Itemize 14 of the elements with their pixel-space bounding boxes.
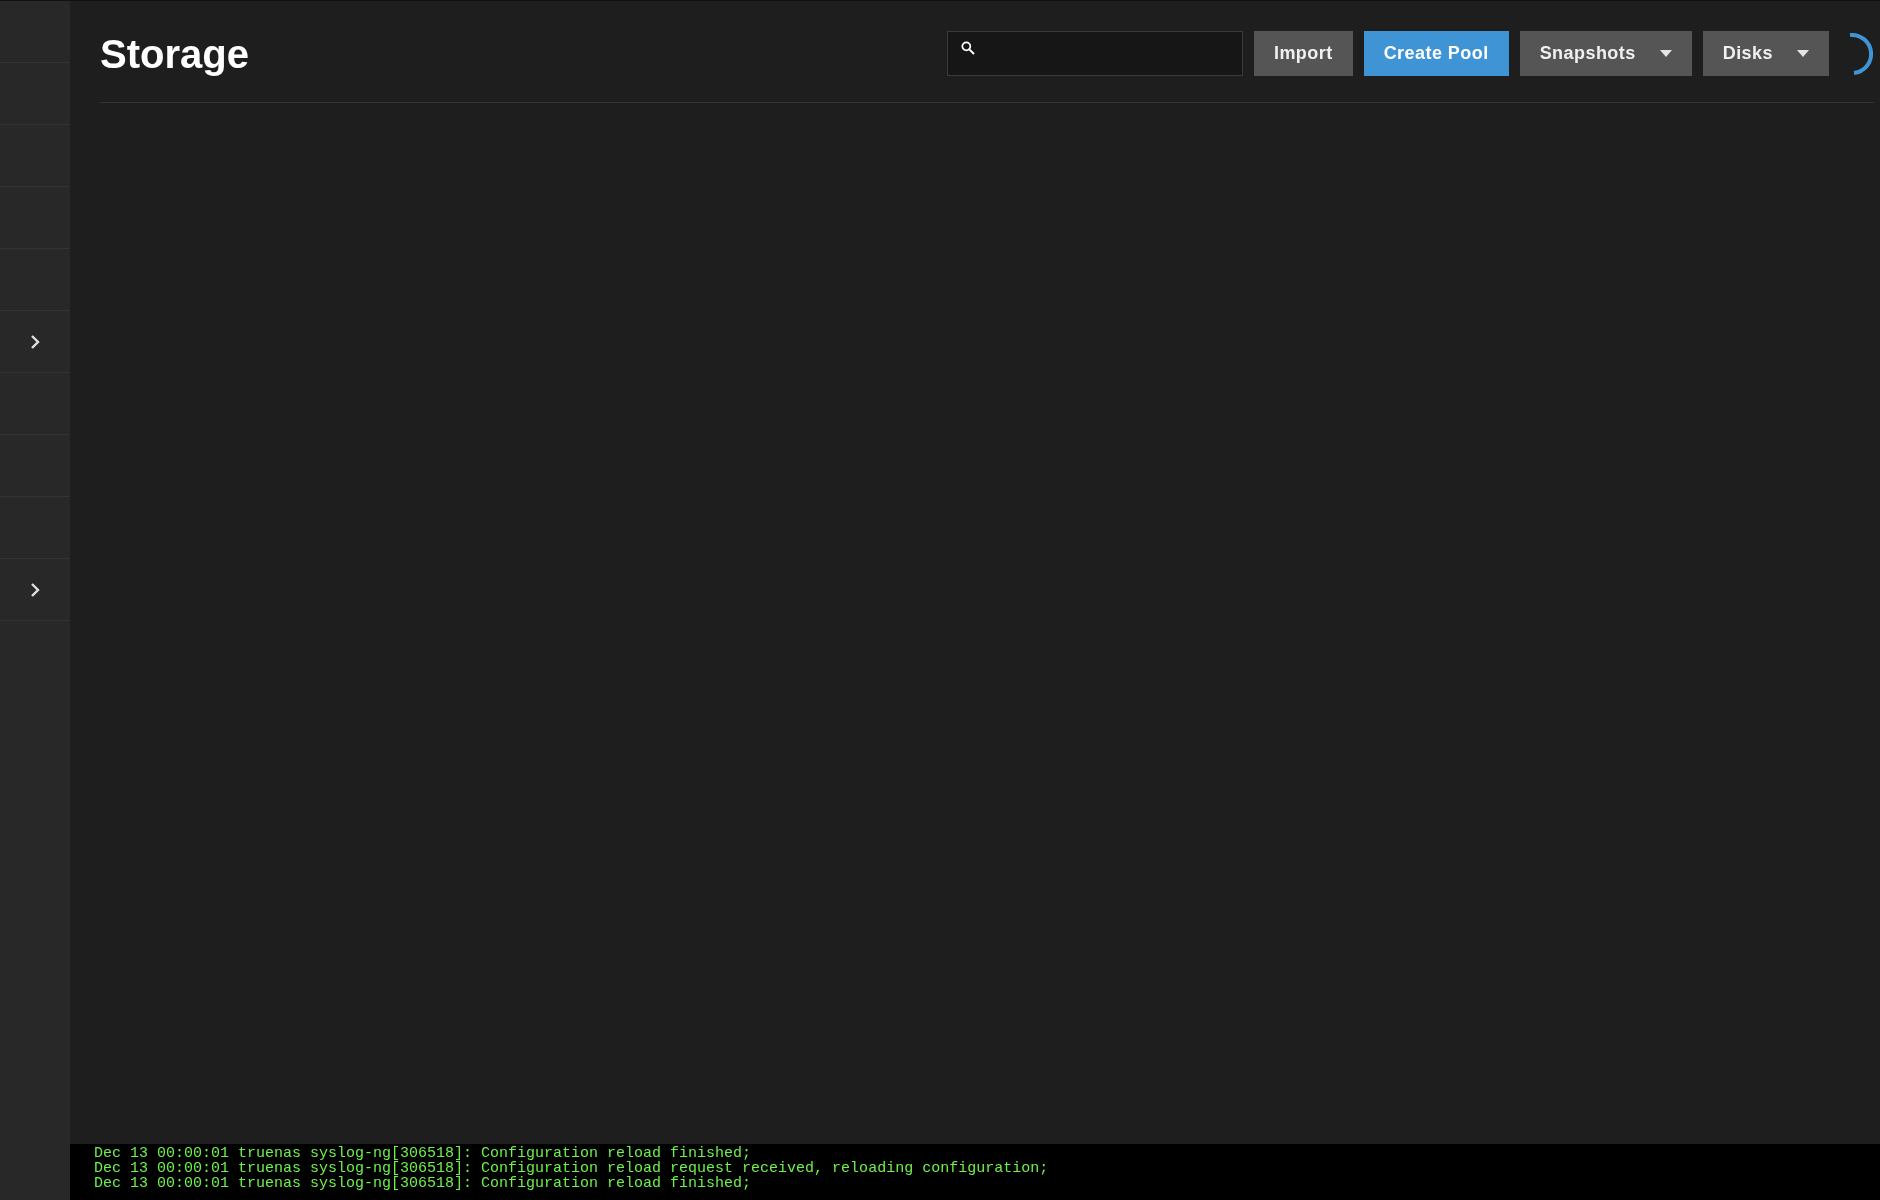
caret-icon bbox=[1659, 50, 1672, 57]
page-title: Storage bbox=[100, 30, 249, 78]
search-field[interactable] bbox=[946, 31, 1243, 76]
search-icon bbox=[959, 40, 976, 56]
console-line: Dec 13 00:00:01 truenas syslog-ng[306518]: Configuration reload finished; bbox=[94, 1146, 752, 1161]
loading-spinner bbox=[1848, 31, 1874, 76]
dropdown-button[interactable]: Snapshots bbox=[1519, 31, 1692, 76]
console-line: Dec 13 00:00:01 truenas syslog-ng[306518]: Configuration reload request received, reloading configuration; bbox=[94, 1161, 1049, 1176]
chevron-right-icon bbox=[30, 333, 40, 350]
console-line: Dec 13 00:00:01 truenas syslog-ng[306518]: Configuration reload finished; bbox=[94, 1176, 752, 1191]
caret-icon bbox=[1797, 50, 1809, 57]
dropdown-button[interactable]: Disks bbox=[1702, 31, 1829, 76]
toolbar-button[interactable]: Import bbox=[1253, 31, 1353, 76]
chevron-right-icon bbox=[30, 581, 40, 598]
